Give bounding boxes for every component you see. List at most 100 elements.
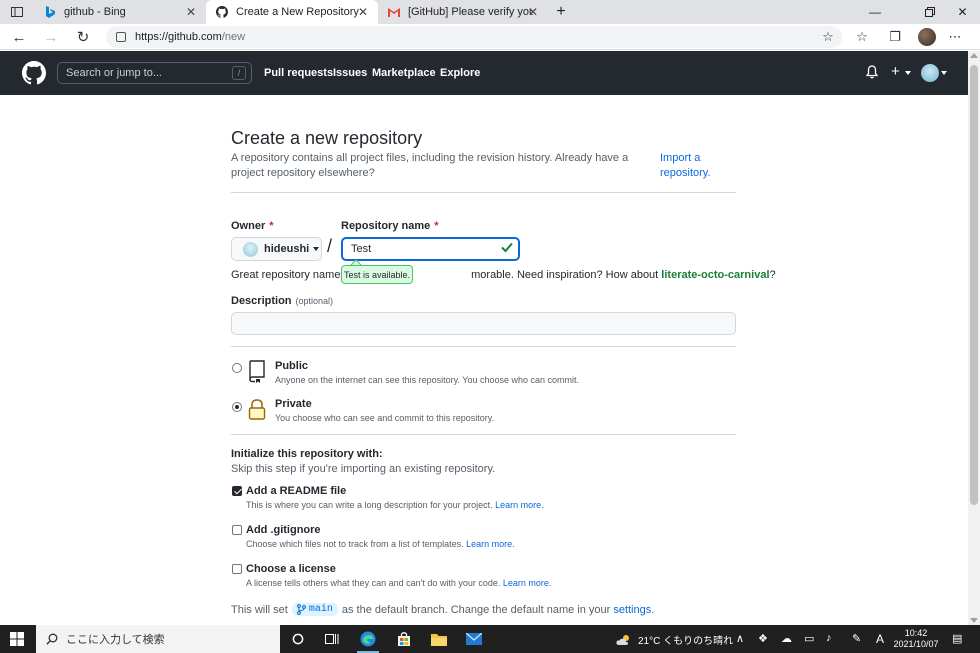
weather-widget[interactable]: 21°C くもりのち晴れ [616,632,733,647]
repo-name-hint: Great repository names a morable. Need in… [231,269,776,281]
ime-indicator[interactable]: A [876,632,884,646]
learn-more-link[interactable]: Learn more. [495,500,544,510]
check-icon [501,242,513,253]
windows-start-icon[interactable] [10,632,24,646]
pen-icon[interactable]: ✎ [852,632,861,645]
close-window-icon[interactable]: ✕ [945,0,980,24]
tray-overflow-icon[interactable]: ∧ [736,632,744,645]
user-avatar[interactable] [921,64,939,82]
clock-time: 10:42 [904,628,928,638]
availability-tooltip: Test is available. [341,265,413,284]
page-scrollbar[interactable] [968,51,980,625]
nav-marketplace[interactable]: Marketplace [372,67,436,79]
branch-chip: main [291,603,338,616]
repo-name-label: Repository name * [341,220,439,232]
more-icon[interactable]: ⋯ [946,28,964,46]
create-new-icon[interactable]: + [891,63,900,80]
import-repository-link[interactable]: Import a repository. [660,151,730,181]
nav-explore[interactable]: Explore [440,67,480,79]
url-field[interactable]: https://github.com/new [106,26,842,48]
notification-bell-icon[interactable] [865,65,879,82]
back-icon[interactable]: ← [8,27,30,47]
favorite-add-icon[interactable]: ☆ [819,28,837,46]
choose-license-checkbox[interactable] [232,564,242,574]
collections-icon[interactable]: ❐ [886,28,904,46]
repo-book-icon [249,360,265,383]
tab-create-repository[interactable]: Create a New Repository ✕ [206,0,378,24]
onedrive-cloud-icon[interactable]: ☁ [781,632,792,645]
repo-name-label-text: Repository name [341,220,431,232]
tab-label: github - Bing [64,6,126,18]
address-bar: ← → ↻ https://github.com/new ☆ ☆ ❐ ⋯ [0,24,980,50]
lock-icon [248,399,266,420]
add-readme-title: Add a README file [246,485,347,497]
description-input[interactable] [231,312,736,335]
new-tab-icon[interactable]: + [548,0,574,24]
branch-note-end: . [651,603,655,616]
choose-license-desc-text: A license tells others what they can and… [246,578,501,588]
github-logo-icon[interactable] [22,61,46,85]
cortana-icon[interactable] [290,631,306,647]
close-icon[interactable]: ✕ [528,5,538,19]
taskbar-search-input[interactable]: ここに入力して検索 [36,625,280,653]
task-view-icon[interactable] [324,631,340,647]
tab-gmail[interactable]: [GitHub] Please verify your device ✕ [378,0,548,24]
learn-more-link[interactable]: Learn more. [503,578,552,588]
dropbox-icon[interactable]: ❖ [758,632,768,645]
mail-icon[interactable] [466,631,482,647]
required-mark: * [434,220,439,232]
scroll-thumb[interactable] [970,65,978,505]
description-label-text: Description [231,295,292,307]
search-input[interactable]: Search or jump to... / [57,62,252,84]
volume-icon[interactable]: ♪ [826,632,832,644]
add-gitignore-title: Add .gitignore [246,524,321,536]
taskbar-clock[interactable]: 10:42 2021/10/07 [890,628,942,650]
branch-note-middle: as the default branch. Change the defaul… [341,603,611,616]
add-gitignore-checkbox[interactable] [232,525,242,535]
divider [231,192,736,193]
nav-pull-requests[interactable]: Pull requests [264,67,333,79]
repository-name-input[interactable]: Test [341,237,520,261]
add-gitignore-desc: Choose which files not to track from a l… [246,539,515,549]
chevron-down-icon [941,71,947,75]
visibility-private-title: Private [275,398,312,410]
notification-center-icon[interactable]: ▤ [952,632,962,645]
visibility-public-radio[interactable] [232,363,242,373]
close-icon[interactable]: ✕ [358,5,368,19]
minimize-icon[interactable]: — [853,0,897,24]
scroll-down-icon[interactable] [970,618,978,623]
tab-bing[interactable]: github - Bing ✕ [34,0,206,24]
edge-browser-icon[interactable] [360,631,376,647]
owner-select-button[interactable]: hideushi [231,237,322,261]
add-readme-checkbox[interactable] [232,486,242,496]
url-path: /new [221,31,246,43]
github-header: Search or jump to... / Pull requests Iss… [0,51,968,95]
profile-avatar[interactable] [918,28,936,46]
branch-note-start: This will set [231,603,288,616]
file-explorer-icon[interactable] [431,631,447,647]
forward-icon[interactable]: → [40,27,62,47]
network-icon[interactable]: ▭ [804,632,814,645]
visibility-private-radio[interactable] [232,402,242,412]
init-section-subtitle: Skip this step if you're importing an ex… [231,463,496,475]
learn-more-link[interactable]: Learn more. [466,539,515,549]
close-icon[interactable]: ✕ [186,5,196,19]
owner-repo-separator: / [327,236,333,256]
nav-issues[interactable]: Issues [333,67,367,79]
required-mark: * [269,220,274,232]
store-icon[interactable] [396,631,412,647]
divider [231,346,736,347]
favorites-icon[interactable]: ☆ [853,28,871,46]
search-shortcut-key: / [232,66,246,80]
divider [231,434,736,435]
tab-actions-icon[interactable] [0,0,34,24]
refresh-icon[interactable]: ↻ [72,27,94,47]
scroll-up-icon[interactable] [970,53,978,58]
git-branch-icon [296,604,306,615]
visibility-public-desc: Anyone on the internet can see this repo… [275,375,580,385]
settings-link[interactable]: settings [613,604,651,616]
visibility-public-title: Public [275,360,309,372]
github-icon [216,6,228,18]
suggested-name-link[interactable]: literate-octo-carnival [661,269,769,281]
cloud-sun-icon [616,634,629,645]
